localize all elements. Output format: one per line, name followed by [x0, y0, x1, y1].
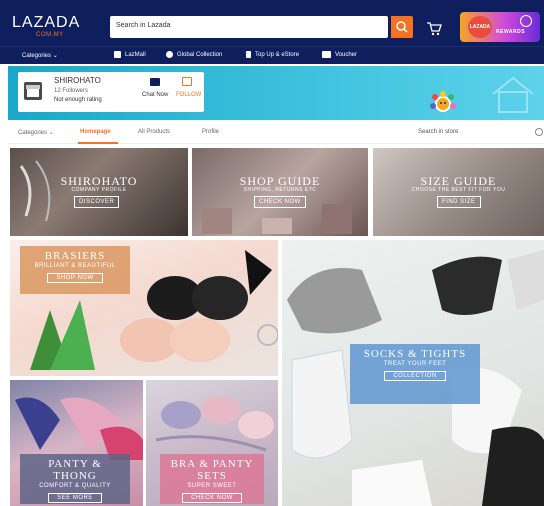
tab-label: Categories: [18, 130, 48, 136]
store-info-card: SHIROHATO 12 Followers Not enough rating…: [18, 72, 204, 112]
guide-subtitle: CHOOSE THE BEST FIT FOR YOU: [411, 187, 506, 193]
tile-title: BRASIERS: [44, 250, 106, 262]
company-profile-banner[interactable]: SHIROHATO COMPANY PROFILE DISCOVER: [10, 148, 188, 236]
categories-label: Categories: [22, 53, 52, 59]
panty-label: PANTY & THONG COMFORT & QUALITY SEE MORE: [20, 454, 130, 504]
shop-guide-banner[interactable]: SHOP GUIDE SHIPPING, RETURNS ETC CHECK N…: [192, 148, 368, 236]
cart-button[interactable]: [424, 18, 444, 38]
search-icon: [396, 21, 408, 33]
follow-button[interactable]: FOLLOW: [176, 92, 201, 98]
search-input[interactable]: Search in Lazada: [110, 16, 388, 38]
nav-item-label: Voucher: [335, 51, 358, 58]
store-followers: 12 Followers: [54, 88, 89, 94]
bra-panty-sets-tile[interactable]: BRA & PANTY SETS SUPER SWEET CHECK NOW: [146, 380, 278, 506]
chevron-down-icon: ⌄: [52, 53, 58, 59]
sun-flower-illustration: [430, 91, 456, 112]
check-now-button[interactable]: CHECK NOW: [254, 196, 306, 208]
categories-dropdown[interactable]: Categories ⌄: [22, 52, 58, 59]
discover-button[interactable]: DISCOVER: [74, 196, 120, 208]
home-icon: [492, 76, 534, 113]
chat-now-button[interactable]: Chat Now: [142, 92, 168, 98]
tab-homepage[interactable]: Homepage: [80, 129, 111, 135]
find-size-button[interactable]: FIND SIZE: [437, 196, 481, 208]
tile-subtitle: TREAT YOUR FEET: [383, 361, 447, 367]
lazada-logo[interactable]: LAZADA: [12, 14, 80, 32]
tile-title: SOCKS & TIGHTS: [363, 348, 467, 360]
tile-subtitle: COMFORT & QUALITY: [39, 483, 111, 489]
cart-icon: [427, 22, 442, 36]
chevron-down-icon: ⌄: [48, 130, 54, 136]
globe-icon: [166, 51, 173, 58]
store-search-input[interactable]: Search in store: [418, 129, 458, 135]
brasiers-tile[interactable]: BRASIERS BRILLIANT & BEAUTIFUL SHOP NOW: [10, 240, 278, 376]
chat-icon[interactable]: [150, 78, 160, 86]
voucher-icon: [322, 51, 331, 58]
nav-item-label: LazMall: [125, 51, 146, 58]
tile-subtitle: SUPER SWEET: [187, 483, 237, 489]
see-more-button[interactable]: SEE MORE: [48, 493, 102, 503]
nav-item-label: Top Up & eStore: [255, 51, 300, 58]
search-button[interactable]: [391, 16, 413, 38]
lazmall-icon: [114, 51, 121, 58]
brasiers-label: BRASIERS BRILLIANT & BEAUTIFUL SHOP NOW: [20, 246, 130, 294]
tile-title: BRA & PANTY SETS: [170, 458, 254, 482]
wallet-badge: LAZADA WALLET: [468, 16, 492, 52]
store-logo: [24, 82, 42, 100]
braset-label: BRA & PANTY SETS SUPER SWEET CHECK NOW: [160, 454, 264, 504]
search-placeholder: Search in Lazada: [116, 22, 171, 29]
search-icon[interactable]: [535, 128, 543, 136]
nav-item-topup[interactable]: Top Up & eStore: [246, 51, 299, 58]
rewards-label: REWARDS: [496, 29, 526, 35]
rewards-promo[interactable]: LAZADA WALLET REWARDS: [460, 12, 540, 52]
socks-label: SOCKS & TIGHTS TREAT YOUR FEET COLLECTIO…: [350, 344, 480, 404]
check-now-button[interactable]: CHECK NOW: [182, 493, 242, 503]
nav-item-lazmall[interactable]: LazMall: [114, 51, 146, 58]
guide-subtitle: SHIPPING, RETURNS ETC: [243, 187, 317, 193]
nav-item-voucher[interactable]: Voucher: [322, 51, 357, 58]
store-name: SHIROHATO: [54, 76, 101, 85]
category-nav: Categories ⌄ LazMall Global Collection T…: [0, 46, 544, 64]
nav-item-global[interactable]: Global Collection: [166, 51, 222, 58]
store-tab-bar: Categories ⌄ Homepage All Products Profi…: [8, 122, 544, 144]
tab-all-products[interactable]: All Products: [138, 129, 170, 135]
socks-tights-tile[interactable]: SOCKS & TIGHTS TREAT YOUR FEET COLLECTIO…: [282, 240, 544, 506]
logo-domain: COM.MY: [36, 32, 64, 38]
tab-categories[interactable]: Categories ⌄: [18, 129, 54, 136]
store-icon: [26, 85, 40, 97]
follow-icon[interactable]: [182, 77, 192, 86]
rewards-icon: [520, 15, 532, 27]
tab-profile[interactable]: Profile: [202, 129, 219, 135]
active-tab-indicator: [78, 142, 118, 144]
top-header: LAZADA COM.MY Search in Lazada LAZADA WA…: [0, 0, 544, 52]
shop-now-button[interactable]: SHOP NOW: [47, 273, 103, 283]
tile-subtitle: BRILLIANT & BEAUTIFUL: [34, 263, 116, 269]
nav-item-label: Global Collection: [177, 51, 223, 58]
size-guide-banner[interactable]: SIZE GUIDE CHOOSE THE BEST FIT FOR YOU F…: [373, 148, 544, 236]
guide-subtitle: COMPANY PROFILE: [71, 187, 127, 193]
panty-thong-tile[interactable]: PANTY & THONG COMFORT & QUALITY SEE MORE: [10, 380, 143, 506]
phone-icon: [246, 51, 251, 58]
store-banner: SHIROHATO 12 Followers Not enough rating…: [8, 66, 544, 120]
tile-title: PANTY & THONG: [48, 458, 102, 482]
store-rating: Not enough rating: [54, 97, 102, 103]
collection-button[interactable]: COLLECTION: [384, 371, 446, 381]
